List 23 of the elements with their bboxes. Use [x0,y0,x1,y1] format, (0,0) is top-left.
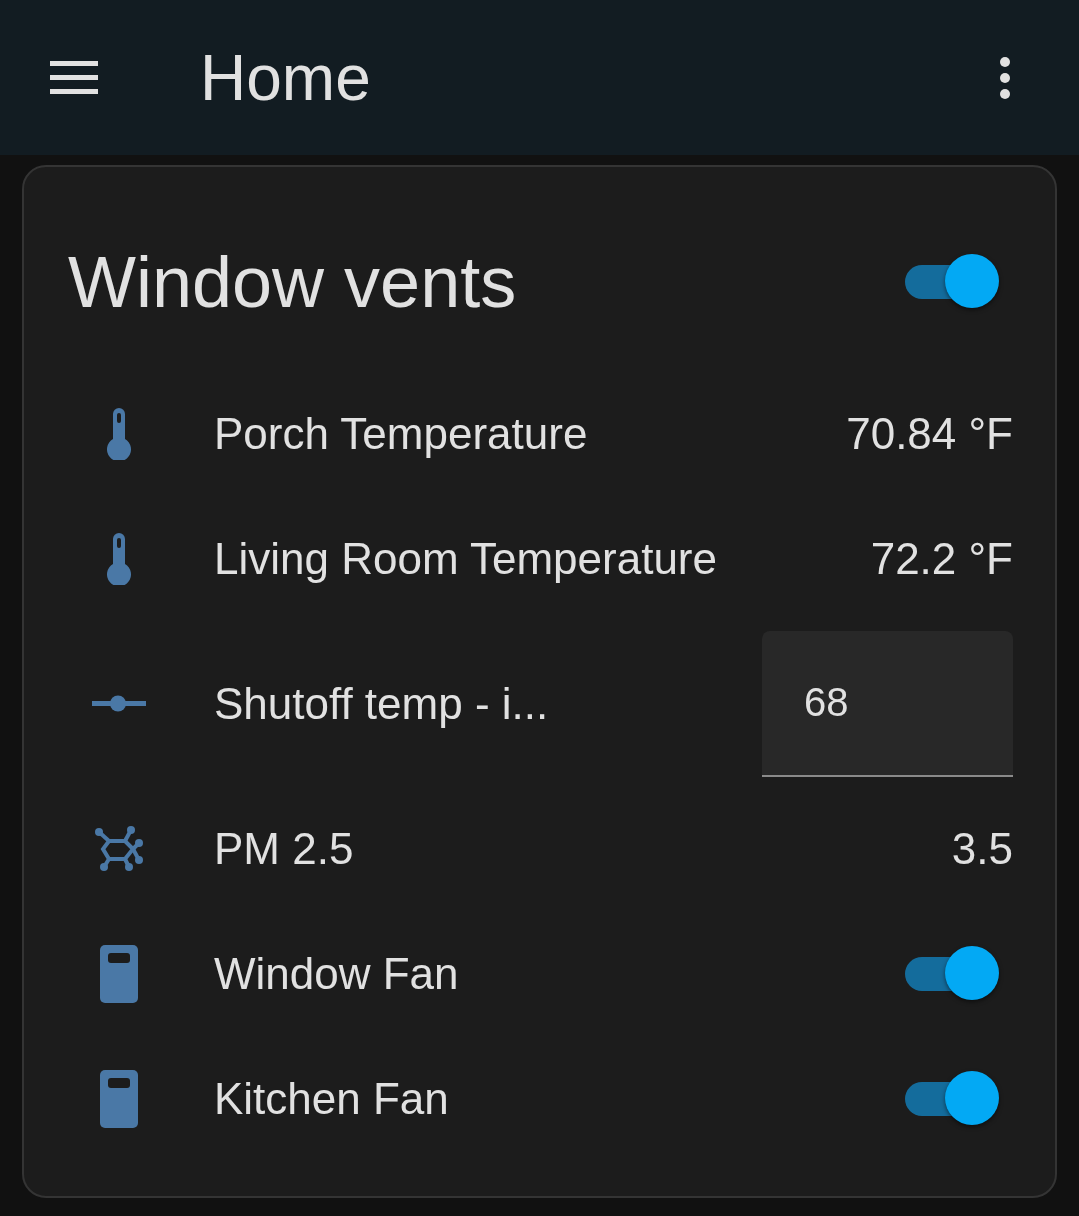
page-title: Home [200,40,372,115]
entity-name: Porch Temperature [214,408,589,459]
entity-name: Living Room Temperature [214,533,718,584]
toggle-switch[interactable] [905,945,1001,1002]
more-options-icon[interactable] [999,55,1011,100]
thermometer-icon [105,407,133,460]
toggle-switch[interactable] [905,254,1001,310]
slider-icon [92,694,146,713]
card-title: Window vents [68,241,517,323]
entity-name: PM 2.5 [214,823,355,874]
number-field[interactable]: 68 [762,630,1013,777]
entity-name: Shutoff temp - i... [214,678,550,729]
menu-icon[interactable] [50,60,98,95]
toggle-switch[interactable] [905,1070,1001,1127]
entity-name: Window Fan [214,948,460,999]
device-icon [100,1069,138,1128]
device-icon [100,944,138,1003]
entity-value: 72.2 °F [870,533,1013,584]
entity-value: 3.5 [951,823,1013,874]
molecule-icon [93,824,145,873]
entity-name: Kitchen Fan [214,1073,450,1124]
entity-value: 70.84 °F [846,408,1013,459]
thermometer-icon [105,532,133,585]
